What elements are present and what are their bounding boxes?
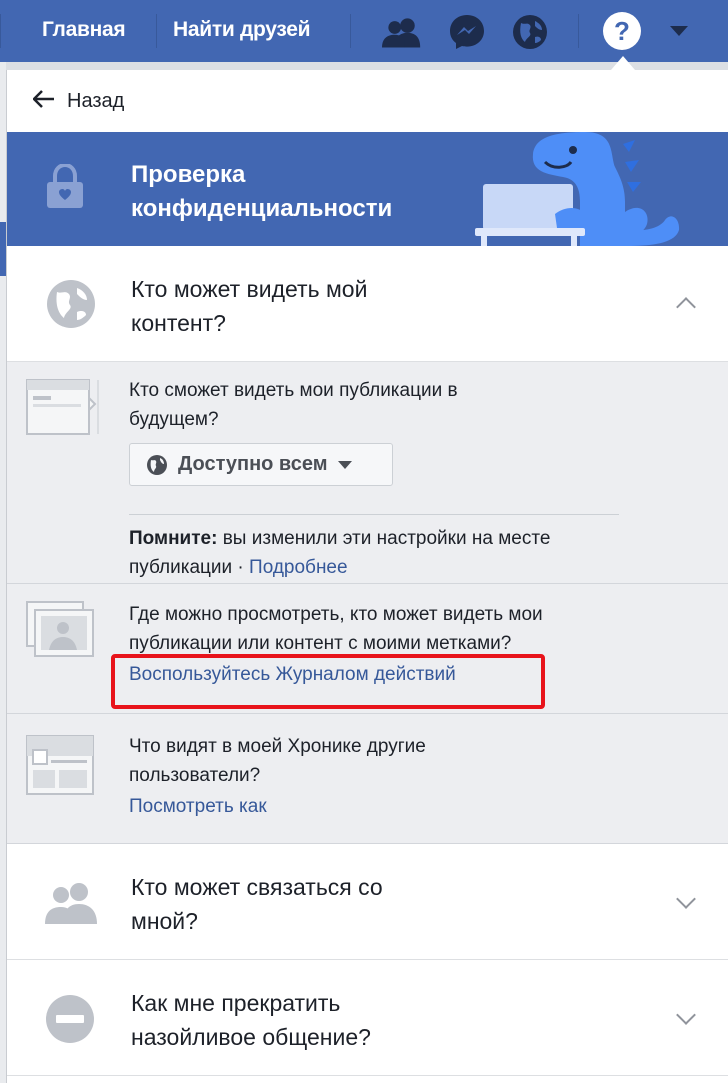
activity-log-question: Где можно просмотреть, кто может видеть …	[129, 604, 543, 654]
audience-label: Доступно всем	[178, 453, 328, 475]
top-navigation-bar: Главная Найти друзей ?	[0, 0, 728, 62]
block-icon	[46, 995, 94, 1043]
chevron-down-icon[interactable]	[676, 1005, 696, 1025]
audience-selector[interactable]: Доступно всем	[129, 443, 393, 486]
privacy-checkup-panel: Назад Проверка конфиденциальности Кто мо…	[6, 70, 728, 1083]
nav-separator	[350, 14, 351, 48]
dropdown-pointer	[611, 56, 635, 70]
caret-down-icon[interactable]	[670, 26, 688, 36]
section-block[interactable]: Как мне прекратить назойливое общение?	[7, 960, 728, 1076]
view-as-link[interactable]: Посмотреть как	[129, 792, 267, 821]
photos-icon	[26, 601, 94, 657]
lock-icon	[47, 164, 83, 208]
dropdown-caret-icon	[337, 460, 352, 469]
timeline-icon	[26, 735, 94, 795]
timeline-question: Что видят в моей Хронике другие пользова…	[129, 736, 426, 786]
learn-more-link[interactable]: Подробнее	[249, 557, 348, 578]
nav-separator	[0, 14, 1, 48]
friends-icon[interactable]	[382, 12, 422, 52]
reminder-bold: Помните:	[129, 528, 218, 549]
nav-separator	[578, 14, 579, 48]
timeline-view-setting: Что видят в моей Хронике другие пользова…	[7, 714, 728, 844]
privacy-checkup-banner: Проверка конфиденциальности	[7, 132, 728, 246]
nav-find-friends-link[interactable]: Найти друзей	[173, 18, 311, 42]
section-contact[interactable]: Кто может связаться со мной?	[7, 844, 728, 960]
back-label: Назад	[67, 89, 125, 112]
public-globe-icon	[147, 454, 167, 475]
divider	[129, 514, 619, 515]
posts-settings-icon	[26, 379, 99, 435]
section-title: Кто может связаться со мной?	[131, 874, 383, 934]
future-posts-question: Кто сможет видеть мои публикации в будущ…	[129, 380, 458, 430]
arrow-left-icon	[32, 87, 59, 115]
section-title: Кто может видеть мой контент?	[131, 276, 368, 336]
help-icon[interactable]: ?	[603, 12, 641, 50]
reminder-note: Помните: вы изменили эти настройки на ме…	[129, 524, 599, 582]
section-title: Как мне прекратить назойливое общение?	[131, 990, 371, 1050]
globe-notifications-icon[interactable]	[510, 12, 550, 52]
nav-separator	[156, 14, 157, 48]
chevron-up-icon[interactable]	[676, 297, 696, 317]
annotation-highlight-box	[111, 654, 545, 709]
globe-icon	[47, 280, 95, 328]
back-button[interactable]: Назад	[7, 70, 728, 132]
messenger-icon[interactable]	[447, 12, 487, 52]
nav-home-link[interactable]: Главная	[42, 18, 126, 42]
future-posts-setting: Кто сможет видеть мои публикации в будущ…	[7, 362, 728, 584]
dinosaur-illustration	[475, 132, 680, 246]
section-content-visibility[interactable]: Кто может видеть мой контент?	[7, 246, 728, 362]
banner-title: Проверка конфиденциальности	[131, 161, 393, 222]
people-icon	[45, 883, 97, 924]
chevron-down-icon[interactable]	[676, 889, 696, 909]
